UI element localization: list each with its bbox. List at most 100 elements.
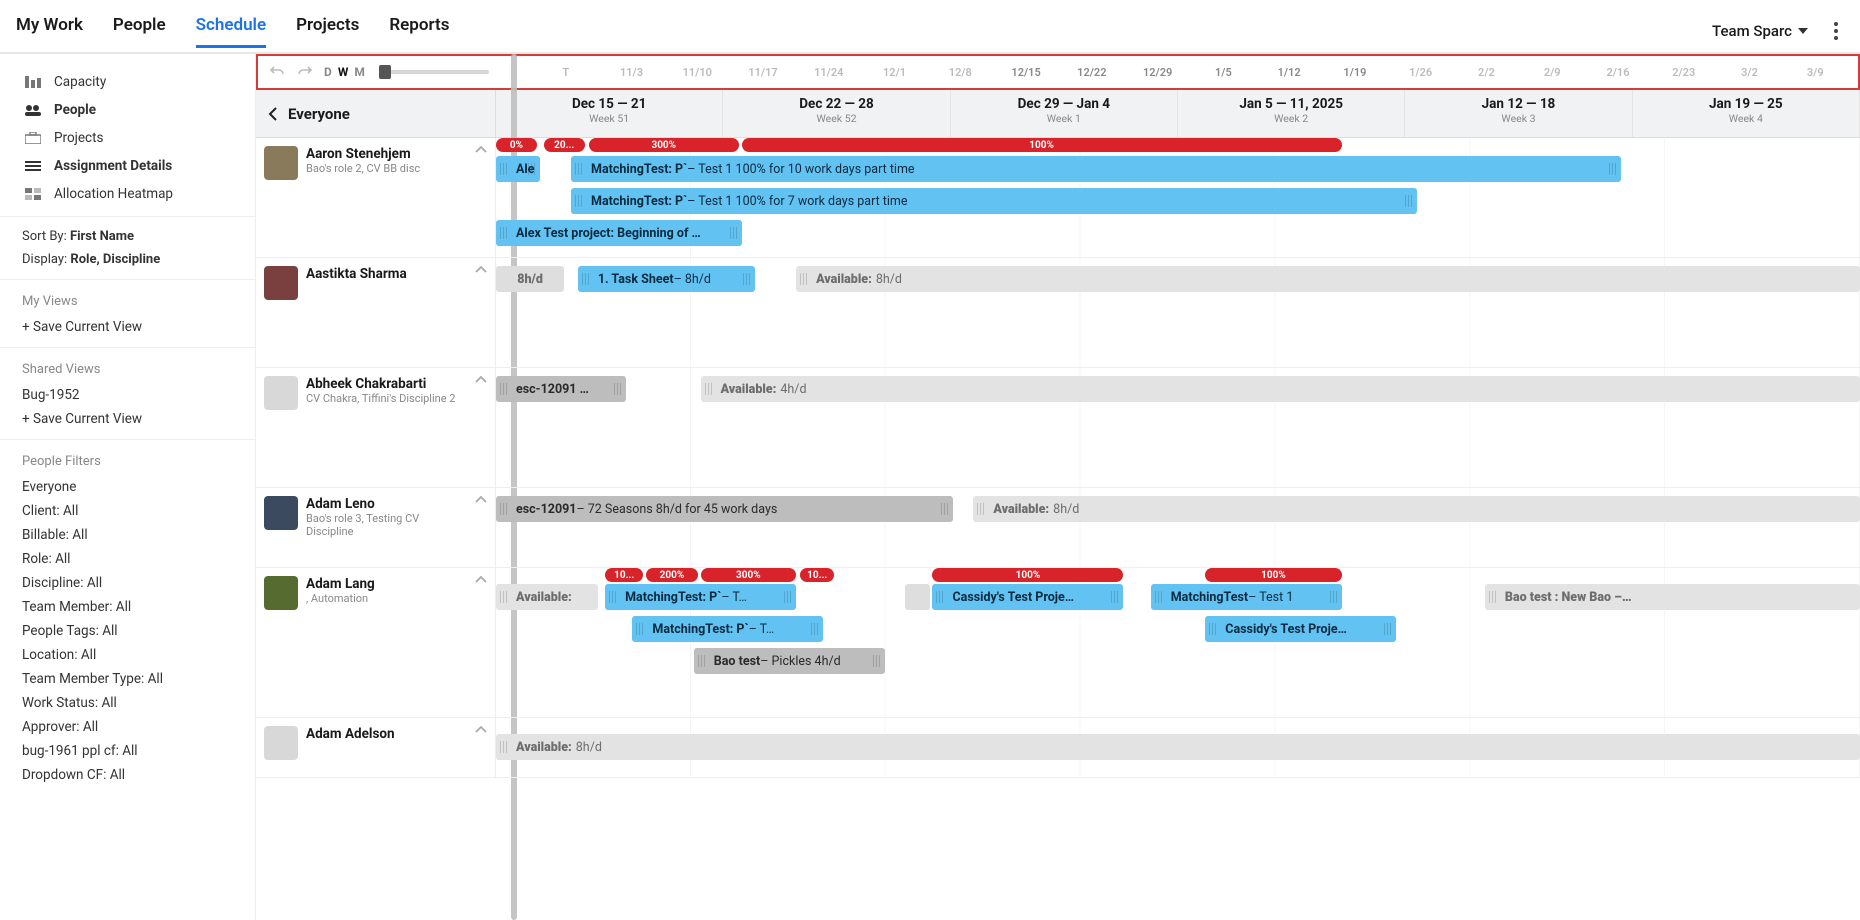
timeline-tick[interactable]: 1/5: [1190, 66, 1256, 79]
people-filter-item[interactable]: Role: All: [0, 547, 255, 571]
save-current-view[interactable]: + Save Current View: [0, 315, 255, 339]
timeline-tick[interactable]: 11/24: [796, 66, 862, 79]
collapse-icon[interactable]: [475, 266, 487, 274]
timeline-tick[interactable]: 2/16: [1585, 66, 1651, 79]
assignment-bar[interactable]: MatchingTest: P` – T…: [605, 584, 796, 610]
assignment-bar[interactable]: 8h/d: [496, 266, 564, 292]
assignment-bar[interactable]: esc-12091 …: [496, 376, 626, 402]
people-filter-item[interactable]: People Tags: All: [0, 619, 255, 643]
people-filter-item[interactable]: Everyone: [0, 475, 255, 499]
people-filter-item[interactable]: Location: All: [0, 643, 255, 667]
drag-grip-icon[interactable]: [528, 163, 536, 175]
back-chevron-icon[interactable]: [268, 107, 278, 121]
zoom-d[interactable]: D: [324, 65, 332, 79]
timeline-tick[interactable]: 1/26: [1388, 66, 1454, 79]
tab-schedule[interactable]: Schedule: [196, 15, 267, 48]
drag-grip-icon[interactable]: [811, 623, 819, 635]
drag-grip-icon[interactable]: [730, 227, 738, 239]
people-filter-item[interactable]: Billable: All: [0, 523, 255, 547]
drag-grip-icon[interactable]: [873, 655, 881, 667]
people-filter-item[interactable]: bug-1961 ppl cf: All: [0, 739, 255, 763]
tab-my-work[interactable]: My Work: [16, 15, 83, 48]
timeline-tick[interactable]: 3/9: [1782, 66, 1848, 79]
assignment-bar[interactable]: Cassidy's Test Proje…: [1205, 616, 1396, 642]
shared-view-item[interactable]: Bug-1952: [0, 383, 255, 407]
timeline-tick[interactable]: 2/9: [1519, 66, 1585, 79]
collapse-icon[interactable]: [475, 576, 487, 584]
timeline-tick[interactable]: 12/1: [862, 66, 928, 79]
people-filter-item[interactable]: Work Status: All: [0, 691, 255, 715]
drag-grip-icon[interactable]: [941, 503, 949, 515]
sidebar-view-assignment-details[interactable]: Assignment Details: [0, 152, 255, 180]
zoom-w[interactable]: W: [338, 65, 349, 79]
tab-projects[interactable]: Projects: [296, 15, 359, 48]
timeline-tick[interactable]: 12/22: [1059, 66, 1125, 79]
assignment-bar[interactable]: [905, 584, 930, 610]
drag-grip-icon[interactable]: [500, 741, 508, 753]
drag-grip-icon[interactable]: [1330, 591, 1338, 603]
drag-grip-icon[interactable]: [500, 163, 508, 175]
availability-bar[interactable]: Available:: [496, 584, 598, 610]
assignment-bar[interactable]: Ale: [496, 156, 540, 182]
drag-grip-icon[interactable]: [743, 273, 751, 285]
person-cell[interactable]: Abheek Chakrabarti CV Chakra, Tiffini's …: [256, 368, 496, 487]
timeline-tick[interactable]: 1/12: [1256, 66, 1322, 79]
drag-grip-icon[interactable]: [500, 227, 508, 239]
person-cell[interactable]: Adam Leno Bao's role 3, Testing CV Disci…: [256, 488, 496, 567]
person-cell[interactable]: Aastikta Sharma: [256, 258, 496, 367]
assignment-bar[interactable]: esc-12091 – 72 Seasons 8h/d for 45 work …: [496, 496, 953, 522]
assignment-bar[interactable]: Alex Test project: Beginning of …: [496, 220, 742, 246]
person-cell[interactable]: Aaron Stenehjem Bao's role 2, CV BB disc: [256, 138, 496, 257]
sidebar-view-projects[interactable]: Projects: [0, 124, 255, 152]
assignment-bar[interactable]: MatchingTest – Test 1: [1151, 584, 1342, 610]
redo-icon[interactable]: [296, 63, 314, 81]
zoom-slider[interactable]: [379, 70, 489, 74]
drag-grip-icon[interactable]: [1155, 591, 1163, 603]
drag-grip-icon[interactable]: [1609, 163, 1617, 175]
timeline-tick[interactable]: 12/8: [927, 66, 993, 79]
assignment-bar[interactable]: MatchingTest: P` – T…: [632, 616, 823, 642]
drag-grip-icon[interactable]: [500, 383, 508, 395]
drag-grip-icon[interactable]: [614, 383, 622, 395]
tab-people[interactable]: People: [113, 15, 166, 48]
assignment-bar[interactable]: MatchingTest: P` – Test 1 100% for 7 wor…: [571, 188, 1417, 214]
sort-by-line[interactable]: Sort By: First Name: [0, 225, 255, 248]
timeline-tick[interactable]: 2/23: [1651, 66, 1717, 79]
drag-grip-icon[interactable]: [1489, 591, 1497, 603]
team-selector[interactable]: Team Sparc: [1712, 22, 1808, 40]
sidebar-view-people[interactable]: People: [0, 96, 255, 124]
week-column-header[interactable]: Jan 5 — 11, 2025Week 2: [1178, 90, 1405, 137]
collapse-icon[interactable]: [475, 146, 487, 154]
person-cell[interactable]: Adam Adelson: [256, 718, 496, 777]
week-column-header[interactable]: Jan 19 — 25Week 4: [1633, 90, 1860, 137]
assignment-bar[interactable]: Cassidy's Test Proje…: [932, 584, 1123, 610]
drag-grip-icon[interactable]: [784, 591, 792, 603]
week-column-header[interactable]: Jan 12 — 18Week 3: [1405, 90, 1632, 137]
timeline-tick[interactable]: 1/19: [1322, 66, 1388, 79]
timeline-tick[interactable]: 11/10: [664, 66, 730, 79]
availability-bar[interactable]: Available:8h/d: [796, 266, 1860, 292]
person-track[interactable]: 8h/d 1. Task Sheet – 8h/d Available:8h/d: [496, 258, 1860, 367]
drag-grip-icon[interactable]: [575, 195, 583, 207]
drag-grip-icon[interactable]: [609, 591, 617, 603]
availability-bar[interactable]: Bao test : New Bao –…: [1485, 584, 1860, 610]
people-filter-item[interactable]: Discipline: All: [0, 571, 255, 595]
zoom-slider-thumb[interactable]: [379, 65, 391, 79]
collapse-icon[interactable]: [475, 726, 487, 734]
people-filter-item[interactable]: Team Member Type: All: [0, 667, 255, 691]
collapse-icon[interactable]: [475, 496, 487, 504]
save-current-view-2[interactable]: + Save Current View: [0, 407, 255, 431]
drag-grip-icon[interactable]: [582, 273, 590, 285]
drag-grip-icon[interactable]: [575, 163, 583, 175]
everyone-header[interactable]: Everyone: [256, 90, 496, 137]
week-column-header[interactable]: Dec 22 — 28Week 52: [723, 90, 950, 137]
timeline-tick[interactable]: 12/29: [1125, 66, 1191, 79]
drag-grip-icon[interactable]: [1384, 623, 1392, 635]
week-column-header[interactable]: Dec 15 — 21Week 51: [496, 90, 723, 137]
zoom-unit-toggle[interactable]: D W M: [324, 65, 365, 79]
drag-grip-icon[interactable]: [1209, 623, 1217, 635]
person-track[interactable]: 0%20...300%100%AleMatchingTest: P` – Tes…: [496, 138, 1860, 257]
people-filter-item[interactable]: Approver: All: [0, 715, 255, 739]
assignment-bar[interactable]: 1. Task Sheet – 8h/d: [578, 266, 755, 292]
timeline-tick[interactable]: T: [533, 66, 599, 79]
